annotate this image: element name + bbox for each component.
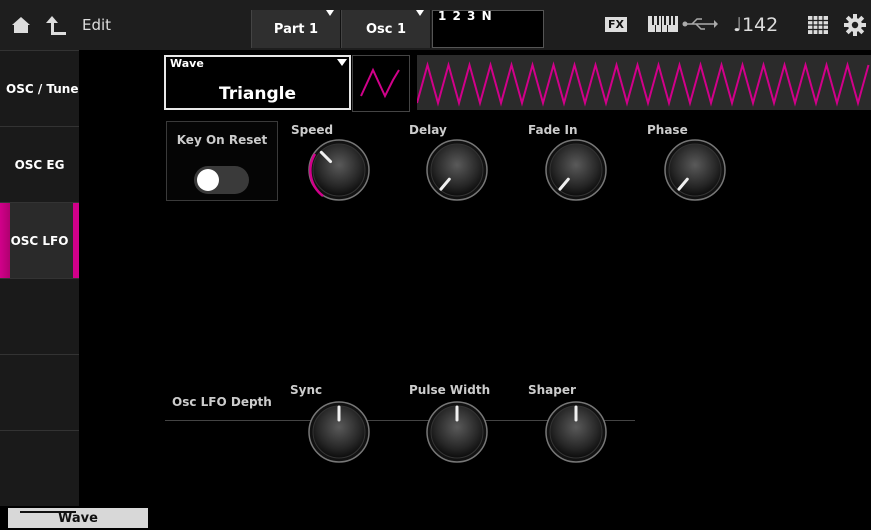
part-label: Part 1: [273, 21, 319, 37]
triangle-wave-icon: [360, 67, 400, 99]
sidebar-item-empty-2[interactable]: [0, 354, 79, 430]
pulse-width-label: Pulse Width: [409, 383, 491, 397]
lfo-waveform: [416, 61, 870, 107]
name-text: 1 2 3 N: [438, 9, 493, 23]
sidebar-item-empty-1[interactable]: [0, 278, 79, 354]
usb-icon: [682, 18, 718, 30]
sync-label: Sync: [290, 383, 323, 397]
sidebar-item-empty-3[interactable]: [0, 430, 79, 506]
key-on-reset-label: Key On Reset: [176, 133, 268, 147]
sidebar-item-osc-lfo[interactable]: OSC LFO: [0, 202, 79, 278]
dropdown-arrow-icon: [416, 10, 424, 16]
sync-knob[interactable]: [303, 396, 375, 468]
waveform-line: [416, 61, 870, 107]
fx-badge[interactable]: FX: [605, 17, 627, 32]
speed-knob[interactable]: [303, 134, 375, 206]
home-icon[interactable]: [10, 14, 32, 36]
dropdown-arrow-icon: [337, 59, 347, 66]
shaper-knob[interactable]: [540, 396, 612, 468]
osc-label: Osc 1: [365, 21, 407, 37]
tab-indicator: [20, 511, 76, 513]
wave-label: Wave: [170, 57, 204, 70]
delay-knob[interactable]: [421, 134, 493, 206]
toggle-knob: [197, 169, 219, 191]
fade-in-knob[interactable]: [540, 134, 612, 206]
wave-value: Triangle: [218, 84, 297, 104]
sidebar-item-osc-tune[interactable]: OSC / Tune: [0, 50, 79, 126]
osc-select-button[interactable]: Osc 1: [341, 10, 431, 48]
sidebar-item-osc-eg[interactable]: OSC EG: [0, 126, 79, 202]
sidebar-item-label: OSC EG: [14, 157, 65, 172]
keyboard-icon[interactable]: [648, 16, 678, 32]
phase-knob[interactable]: [659, 134, 731, 206]
shaper-label: Shaper: [528, 383, 576, 397]
gear-icon[interactable]: [844, 14, 866, 36]
grid-menu-icon[interactable]: [808, 16, 828, 34]
tempo-display[interactable]: ♩142: [733, 14, 778, 36]
wave-shape-icon-box: [352, 55, 410, 112]
edit-label: Edit: [82, 16, 112, 34]
dropdown-arrow-icon: [326, 10, 334, 16]
wave-display: [416, 55, 871, 110]
up-arrow-icon[interactable]: [46, 14, 68, 36]
part-select-button[interactable]: Part 1: [251, 10, 341, 48]
sidebar-item-label: OSC / Tune: [6, 81, 79, 96]
sidebar-item-label: OSC LFO: [10, 233, 69, 248]
pulse-width-knob[interactable]: [421, 396, 493, 468]
osc-lfo-depth-label: Osc LFO Depth: [172, 395, 272, 409]
